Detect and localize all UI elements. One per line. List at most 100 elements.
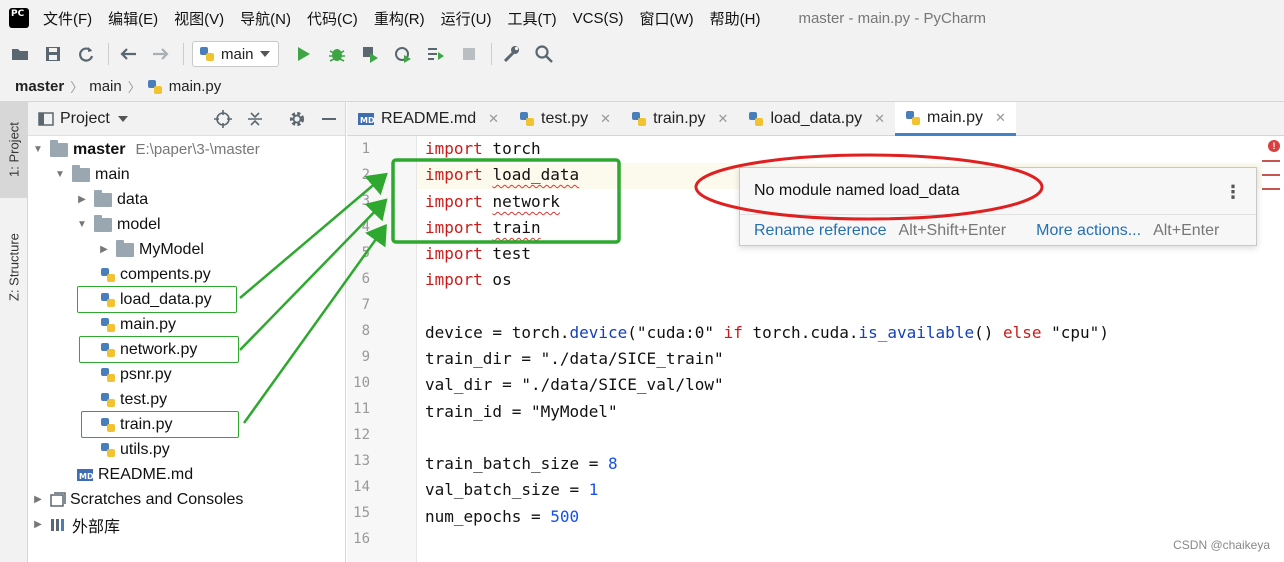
- code-line-5[interactable]: import test: [425, 241, 531, 267]
- toolbar-separator: [183, 43, 184, 65]
- code-line-9[interactable]: train_dir = "./data/SICE_train": [425, 346, 724, 372]
- expanded-arrow-icon[interactable]: ▼: [32, 144, 44, 156]
- profile-icon[interactable]: [392, 43, 414, 65]
- open-folder-icon[interactable]: [9, 43, 31, 65]
- menu-navigate[interactable]: 导航(N): [240, 8, 291, 29]
- close-icon[interactable]: ✕: [718, 111, 729, 127]
- menu-vcs[interactable]: VCS(S): [573, 10, 624, 27]
- rename-reference-link[interactable]: Rename reference: [754, 222, 887, 240]
- tree-item-mymodel[interactable]: ▶ MyModel: [98, 237, 204, 262]
- line-number: 1: [361, 141, 370, 157]
- code-line-4[interactable]: import train: [425, 215, 541, 241]
- close-icon[interactable]: ✕: [488, 111, 499, 127]
- line-number: 8: [361, 323, 370, 339]
- save-icon[interactable]: [42, 43, 64, 65]
- menu-edit[interactable]: 编辑(E): [108, 8, 158, 29]
- close-icon[interactable]: ✕: [600, 111, 611, 127]
- minimize-icon[interactable]: [320, 110, 338, 128]
- more-options-icon[interactable]: ⋮: [1224, 182, 1242, 203]
- tab-readme-md[interactable]: MD README.md ✕: [347, 102, 509, 136]
- tree-item-compents-py[interactable]: compents.py: [100, 262, 211, 287]
- settings-wrench-icon[interactable]: [500, 43, 522, 65]
- tree-item-external-libraries[interactable]: ▶ 外部库: [32, 512, 120, 537]
- menu-code[interactable]: 代码(C): [307, 8, 358, 29]
- run-icon[interactable]: [293, 43, 315, 65]
- tree-item-main-py[interactable]: main.py: [100, 312, 176, 337]
- collapsed-arrow-icon[interactable]: ▶: [32, 494, 44, 506]
- forward-icon[interactable]: [150, 43, 172, 65]
- tree-root[interactable]: ▼ master E:\paper\3-\master: [32, 137, 260, 162]
- collapsed-arrow-icon[interactable]: ▶: [98, 244, 110, 256]
- coverage-icon[interactable]: [359, 43, 381, 65]
- error-stripe-mark[interactable]: [1262, 188, 1280, 190]
- error-indicator-icon[interactable]: !: [1268, 140, 1280, 152]
- tree-item-model[interactable]: ▼ model: [76, 212, 161, 237]
- chevron-down-icon[interactable]: [117, 115, 128, 122]
- tab-load-data-py[interactable]: load_data.py ✕: [738, 102, 895, 136]
- collapsed-arrow-icon[interactable]: ▶: [76, 194, 88, 206]
- menu-view[interactable]: 视图(V): [174, 8, 224, 29]
- menu-run[interactable]: 运行(U): [441, 8, 492, 29]
- error-stripe-mark[interactable]: [1262, 160, 1280, 162]
- sync-icon[interactable]: [75, 43, 97, 65]
- error-stripe-mark[interactable]: [1262, 174, 1280, 176]
- stop-icon[interactable]: [458, 43, 480, 65]
- code-line-3[interactable]: import network: [425, 189, 560, 215]
- code-line-11[interactable]: train_id = "MyModel": [425, 399, 618, 425]
- menu-refactor[interactable]: 重构(R): [374, 8, 425, 29]
- search-icon[interactable]: [533, 43, 555, 65]
- code-line-2[interactable]: import load_data: [425, 162, 579, 188]
- run-with-icon[interactable]: [425, 43, 447, 65]
- line-number: 7: [361, 297, 370, 313]
- structure-tool-tab[interactable]: Z: Structure: [0, 212, 28, 322]
- more-actions-link[interactable]: More actions...: [1036, 222, 1141, 240]
- python-file-icon: [632, 112, 647, 126]
- tree-item-utils-py[interactable]: utils.py: [100, 437, 170, 462]
- code-line-13[interactable]: train_batch_size = 8: [425, 451, 618, 477]
- code-line-15[interactable]: num_epochs = 500: [425, 504, 579, 530]
- close-icon[interactable]: ✕: [874, 111, 885, 127]
- code-line-14[interactable]: val_batch_size = 1: [425, 477, 598, 503]
- collapse-all-icon[interactable]: [246, 110, 264, 128]
- collapsed-arrow-icon[interactable]: ▶: [32, 519, 44, 531]
- code-line-6[interactable]: import os: [425, 267, 512, 293]
- project-tool-tab[interactable]: 1: Project: [0, 102, 28, 198]
- code-line-8[interactable]: device = torch.device("cuda:0" if torch.…: [425, 320, 1109, 346]
- tab-label: train.py: [653, 110, 706, 127]
- tree-item-test-py[interactable]: test.py: [100, 387, 167, 412]
- locate-target-icon[interactable]: [214, 110, 232, 128]
- menu-window[interactable]: 窗口(W): [639, 8, 693, 29]
- code-line-10[interactable]: val_dir = "./data/SICE_val/low": [425, 372, 724, 398]
- svg-text:MD: MD: [79, 472, 94, 481]
- tab-train-py[interactable]: train.py ✕: [621, 102, 738, 136]
- popup-actions: Rename reference Alt+Shift+Enter More ac…: [754, 222, 1249, 240]
- code-line-1[interactable]: import torch: [425, 136, 541, 162]
- run-configuration-select[interactable]: main: [192, 41, 279, 67]
- close-icon[interactable]: ✕: [995, 110, 1006, 126]
- line-number: 3: [361, 193, 370, 209]
- tree-item-scratches[interactable]: ▶ Scratches and Consoles: [32, 487, 243, 512]
- tab-test-py[interactable]: test.py ✕: [509, 102, 621, 136]
- gear-icon[interactable]: [288, 110, 306, 128]
- tree-item-readme-md[interactable]: MD README.md: [76, 462, 193, 487]
- breadcrumb-folder[interactable]: main: [89, 78, 122, 95]
- menu-tools[interactable]: 工具(T): [507, 8, 556, 29]
- project-panel-title[interactable]: Project: [60, 110, 110, 128]
- back-icon[interactable]: [117, 43, 139, 65]
- python-file-icon: [101, 367, 115, 382]
- expanded-arrow-icon[interactable]: ▼: [54, 169, 66, 181]
- breadcrumb-file[interactable]: main.py: [169, 78, 222, 95]
- tree-item-main[interactable]: ▼ main: [54, 162, 130, 187]
- python-file-icon: [906, 110, 920, 125]
- python-file-icon: [520, 112, 535, 126]
- expanded-arrow-icon[interactable]: ▼: [76, 219, 88, 231]
- line-number: 4: [361, 219, 370, 235]
- debug-icon[interactable]: [326, 43, 348, 65]
- tree-item-data[interactable]: ▶ data: [76, 187, 148, 212]
- menu-help[interactable]: 帮助(H): [710, 8, 761, 29]
- tree-item-label: Scratches and Consoles: [70, 490, 244, 508]
- breadcrumb-project[interactable]: master: [15, 78, 64, 95]
- tree-item-psnr-py[interactable]: psnr.py: [100, 362, 172, 387]
- tab-main-py[interactable]: main.py ✕: [895, 102, 1016, 136]
- menu-file[interactable]: 文件(F): [43, 8, 92, 29]
